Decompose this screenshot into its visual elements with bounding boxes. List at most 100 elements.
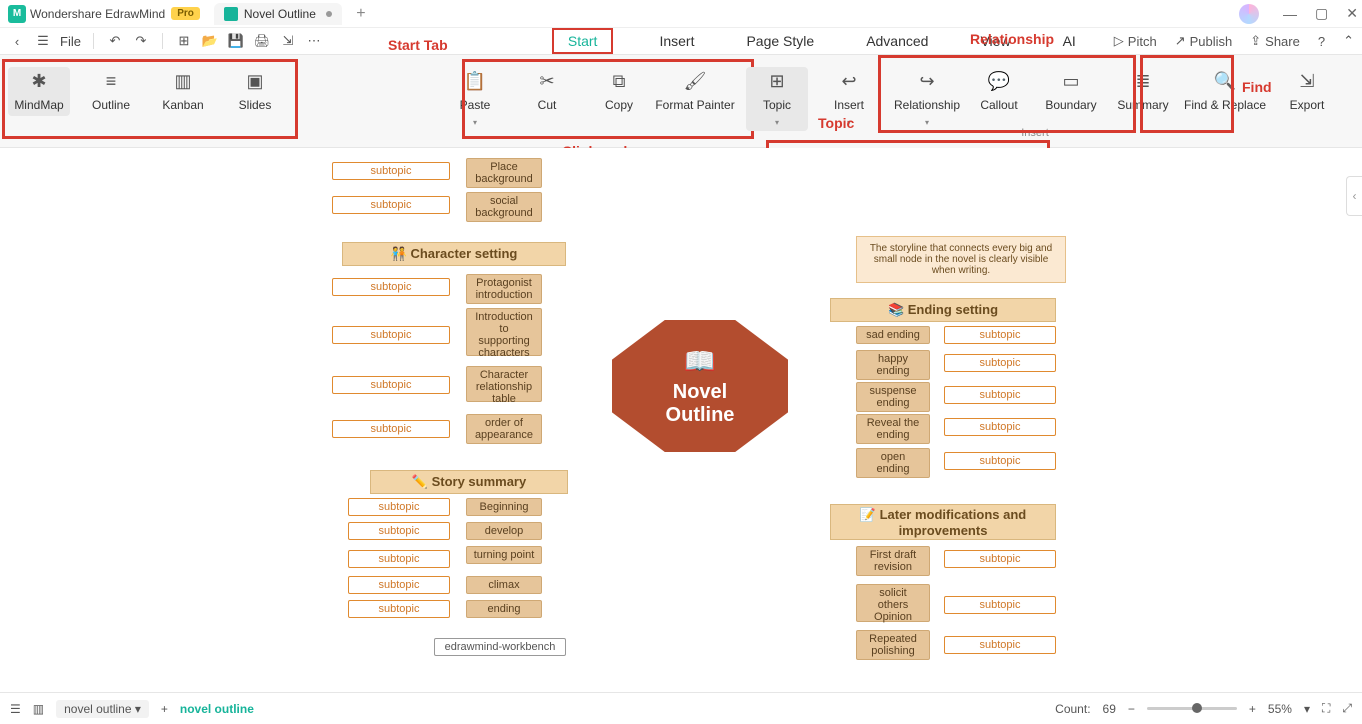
breadcrumb[interactable]: novel outline [180, 702, 254, 716]
tab-pagestyle[interactable]: Page Style [740, 31, 820, 51]
node-social-bg[interactable]: social background [466, 192, 542, 222]
leaf-subtopic[interactable]: subtopic [348, 522, 450, 540]
tab-insert[interactable]: Insert [653, 31, 700, 51]
mode-slides-button[interactable]: ▣Slides [224, 67, 286, 116]
branch-story[interactable]: ✏️ Story summary [370, 470, 568, 494]
leaf-subtopic[interactable]: subtopic [944, 596, 1056, 614]
format-painter-button[interactable]: 🖌Format Painter [660, 67, 730, 116]
summary-button[interactable]: ≣Summary [1112, 67, 1174, 116]
leaf-subtopic[interactable]: subtopic [332, 326, 450, 344]
copy-button[interactable]: ⧉Copy [588, 67, 650, 116]
file-menu[interactable]: File [60, 34, 81, 49]
node-repeated[interactable]: Repeated polishing [856, 630, 930, 660]
node-open[interactable]: open ending [856, 448, 930, 478]
node-intro-support[interactable]: Introduction to supporting characters [466, 308, 542, 356]
copy-icon: ⧉ [613, 71, 626, 92]
cards-toggle-icon[interactable]: ▥ [33, 702, 44, 716]
central-node[interactable]: 📖 Novel Outline [612, 320, 788, 452]
add-sheet-button[interactable]: + [161, 702, 168, 716]
relationship-button[interactable]: ↪Relationship▾ [896, 67, 958, 131]
node-char-table[interactable]: Character relationship table [466, 366, 542, 402]
leaf-subtopic[interactable]: subtopic [332, 196, 450, 214]
mindmap-canvas[interactable]: 📖 Novel Outline Place background subtopi… [0, 148, 1362, 692]
outline-toggle-icon[interactable]: ☰ [10, 702, 21, 716]
leaf-subtopic[interactable]: subtopic [348, 550, 450, 568]
boundary-button[interactable]: ▭Boundary [1040, 67, 1102, 116]
redo-button[interactable]: ↷ [132, 32, 150, 50]
node-turning[interactable]: turning point [466, 546, 542, 564]
cut-button[interactable]: ✂Cut [516, 67, 578, 116]
node-workbench[interactable]: edrawmind-workbench [434, 638, 566, 656]
leaf-subtopic[interactable]: subtopic [332, 162, 450, 180]
minimize-button[interactable]: — [1283, 6, 1297, 22]
leaf-subtopic[interactable]: subtopic [944, 452, 1056, 470]
node-ending-s[interactable]: ending [466, 600, 542, 618]
desc-storyline[interactable]: The storyline that connects every big an… [856, 236, 1066, 283]
help-button[interactable]: ? [1318, 34, 1325, 49]
topic-ribbon-button[interactable]: ⊞Topic▾ [746, 67, 808, 131]
node-develop[interactable]: develop [466, 522, 542, 540]
leaf-subtopic[interactable]: subtopic [944, 354, 1056, 372]
node-protag[interactable]: Protagonist introduction [466, 274, 542, 304]
leaf-subtopic[interactable]: subtopic [348, 498, 450, 516]
leaf-subtopic[interactable]: subtopic [944, 550, 1056, 568]
node-first-draft[interactable]: First draft revision [856, 546, 930, 576]
branch-later[interactable]: 📝 Later modifications and improvements [830, 504, 1056, 540]
leaf-subtopic[interactable]: subtopic [944, 418, 1056, 436]
mode-outline-button[interactable]: ≡Outline [80, 67, 142, 116]
leaf-subtopic[interactable]: subtopic [944, 636, 1056, 654]
leaf-subtopic[interactable]: subtopic [944, 386, 1056, 404]
collapse-ribbon-button[interactable]: ⌃ [1343, 33, 1354, 49]
export-button[interactable]: ⇲Export [1276, 67, 1338, 116]
annotation-relationship: Relationship [970, 31, 1054, 47]
share-button[interactable]: ⇪ Share [1250, 33, 1300, 49]
pitch-button[interactable]: ▷ Pitch [1114, 33, 1157, 49]
open-button[interactable]: 📂 [201, 32, 219, 50]
mode-mindmap-button[interactable]: ✱MindMap [8, 67, 70, 116]
tab-advanced[interactable]: Advanced [860, 31, 934, 51]
avatar[interactable] [1239, 4, 1259, 24]
leaf-subtopic[interactable]: subtopic [332, 278, 450, 296]
print-button[interactable]: 🖨 [253, 32, 271, 50]
more-button[interactable]: ⋯ [305, 32, 323, 50]
branch-character[interactable]: 🧑‍🤝‍🧑 Character setting [342, 242, 566, 266]
mode-kanban-button[interactable]: ▥Kanban [152, 67, 214, 116]
fullscreen-button[interactable]: ⤢ [1342, 701, 1352, 716]
publish-button[interactable]: ↗ Publish [1175, 33, 1233, 49]
leaf-subtopic[interactable]: subtopic [332, 420, 450, 438]
leaf-subtopic[interactable]: subtopic [348, 576, 450, 594]
node-happy[interactable]: happy ending [856, 350, 930, 380]
node-beginning[interactable]: Beginning [466, 498, 542, 516]
tab-start[interactable]: Start [552, 28, 614, 54]
doc-dropdown[interactable]: novel outline ▾ [56, 700, 149, 718]
side-panel-toggle[interactable]: ‹ [1346, 176, 1362, 216]
tab-ai[interactable]: AI [1057, 31, 1082, 51]
leaf-subtopic[interactable]: subtopic [944, 326, 1056, 344]
branch-ending[interactable]: 📚 Ending setting [830, 298, 1056, 322]
back-button[interactable]: ‹ [8, 32, 26, 50]
zoom-in-button[interactable]: + [1249, 702, 1256, 716]
menu-button[interactable]: ☰ [34, 32, 52, 50]
node-suspense[interactable]: suspense ending [856, 382, 930, 412]
node-sad[interactable]: sad ending [856, 326, 930, 344]
zoom-slider[interactable] [1147, 707, 1237, 710]
export-quick-button[interactable]: ⇲ [279, 32, 297, 50]
save-button[interactable]: 💾 [227, 32, 245, 50]
node-reveal[interactable]: Reveal the ending [856, 414, 930, 444]
close-button[interactable]: ✕ [1346, 5, 1358, 22]
node-order-app[interactable]: order of appearance [466, 414, 542, 444]
maximize-button[interactable]: ▢ [1315, 5, 1328, 22]
node-place-bg[interactable]: Place background [466, 158, 542, 188]
new-tab-button[interactable]: + [350, 3, 372, 25]
new-button[interactable]: ⊞ [175, 32, 193, 50]
document-tab[interactable]: Novel Outline [214, 3, 342, 25]
fit-screen-button[interactable]: ⛶ [1322, 701, 1330, 716]
callout-button[interactable]: 💬Callout [968, 67, 1030, 116]
paste-button[interactable]: 📋Paste▾ [444, 67, 506, 131]
leaf-subtopic[interactable]: subtopic [348, 600, 450, 618]
zoom-out-button[interactable]: − [1128, 702, 1135, 716]
node-climax[interactable]: climax [466, 576, 542, 594]
node-solicit[interactable]: solicit others Opinion [856, 584, 930, 622]
leaf-subtopic[interactable]: subtopic [332, 376, 450, 394]
undo-button[interactable]: ↶ [106, 32, 124, 50]
